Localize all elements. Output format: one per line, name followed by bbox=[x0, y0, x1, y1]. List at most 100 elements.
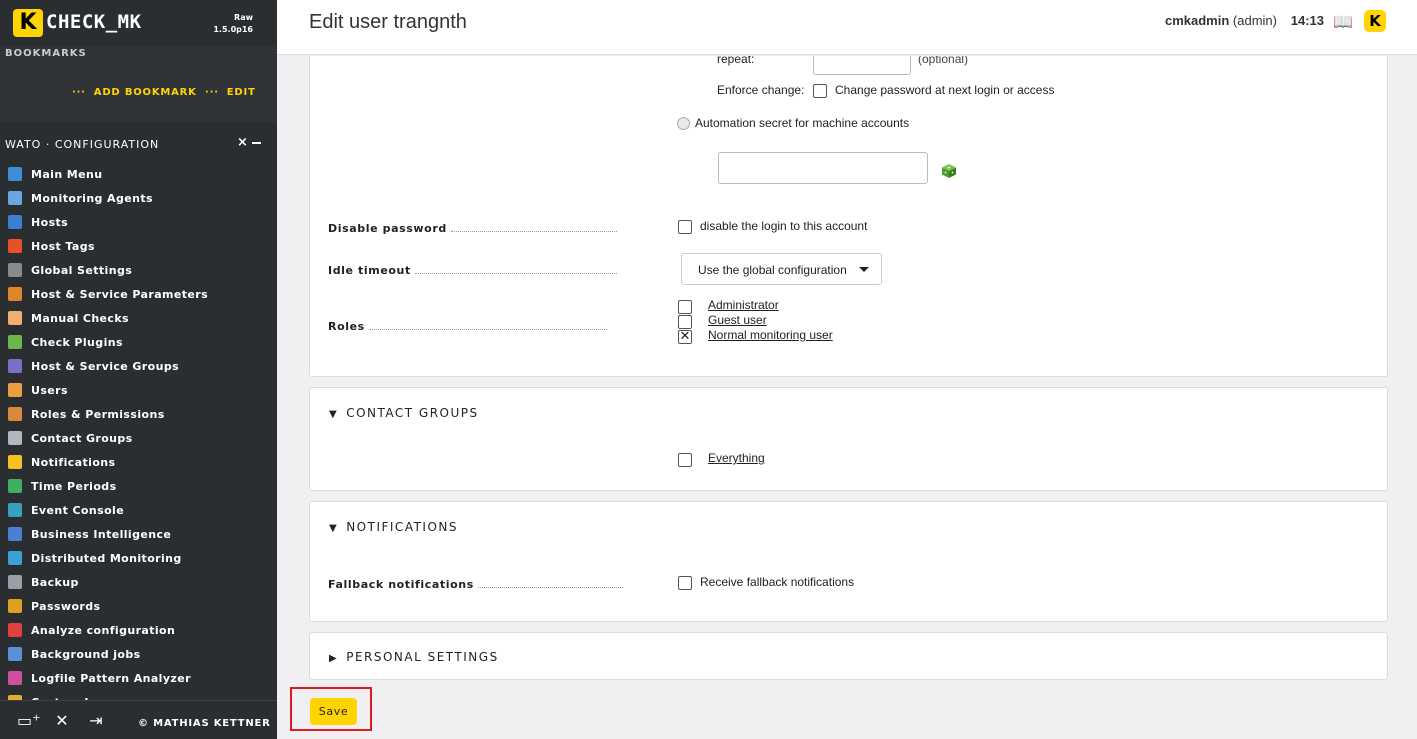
sidebar-item-label: Global Settings bbox=[31, 263, 133, 277]
sidebar-item[interactable]: Distributed Monitoring bbox=[0, 546, 277, 570]
edit-label: EDIT bbox=[226, 87, 256, 98]
event-console-icon bbox=[8, 503, 22, 517]
disable-login-checkbox[interactable] bbox=[678, 220, 692, 234]
idle-timeout-text: Idle timeout bbox=[328, 264, 411, 277]
role-checkbox[interactable] bbox=[678, 315, 692, 329]
dotted-leader bbox=[368, 322, 607, 330]
fallback-notifications-checkbox[interactable] bbox=[678, 576, 692, 590]
contact-group-checkbox[interactable] bbox=[678, 453, 692, 467]
checkmk-small-logo-icon[interactable]: K bbox=[1364, 10, 1386, 32]
disable-password-text: Disable password bbox=[328, 222, 447, 235]
role-link[interactable]: Normal monitoring user bbox=[708, 328, 833, 342]
personal-settings-header[interactable]: ▶ PERSONAL SETTINGS bbox=[329, 650, 499, 664]
sidebar-item[interactable]: Time Periods bbox=[0, 474, 277, 498]
sidebar-item[interactable]: Roles & Permissions bbox=[0, 402, 277, 426]
optional-label: (optional) bbox=[918, 56, 969, 66]
notifications-header[interactable]: ▼ NOTIFICATIONS bbox=[329, 520, 458, 534]
dotted-leader bbox=[450, 224, 617, 232]
sidebar-item-label: Main Menu bbox=[31, 167, 103, 181]
flask-icon bbox=[8, 671, 22, 685]
sidebar-item[interactable]: Notifications bbox=[0, 450, 277, 474]
role-checkbox[interactable] bbox=[678, 300, 692, 314]
collapse-arrow-icon: ▼ bbox=[329, 409, 339, 420]
contact-groups-panel: ▼ CONTACT GROUPS Everything bbox=[309, 387, 1388, 491]
sidebar-item-label: Business Intelligence bbox=[31, 527, 172, 541]
close-snapin-icon[interactable]: × bbox=[237, 135, 248, 150]
add-snapin-icon[interactable]: ▭⁺ bbox=[17, 711, 41, 731]
wato-snapin-header: WATO · CONFIGURATION × bbox=[0, 126, 277, 158]
bi-icon bbox=[8, 527, 22, 541]
book-icon[interactable]: 📖 bbox=[1333, 12, 1353, 31]
sidebar-item[interactable]: Monitoring Agents bbox=[0, 186, 277, 210]
sidebar-item[interactable]: Logfile Pattern Analyzer bbox=[0, 666, 277, 690]
contact-groups-header[interactable]: ▼ CONTACT GROUPS bbox=[329, 406, 479, 420]
users-icon bbox=[8, 383, 22, 397]
contact-groups-title: CONTACT GROUPS bbox=[346, 406, 479, 420]
sidebar-item[interactable]: Contact Groups bbox=[0, 426, 277, 450]
sidebar-item-label: Host Tags bbox=[31, 239, 95, 253]
sidebar-item[interactable]: Host & Service Groups bbox=[0, 354, 277, 378]
enforce-change-checkbox[interactable] bbox=[813, 84, 827, 98]
sidebar-item[interactable]: Backup bbox=[0, 570, 277, 594]
logout-icon[interactable]: ⇥ bbox=[85, 711, 107, 731]
sidebar-item[interactable]: Hosts bbox=[0, 210, 277, 234]
contact-group-everything-link[interactable]: Everything bbox=[708, 451, 765, 465]
sidebar-item[interactable]: Check Plugins bbox=[0, 330, 277, 354]
password-repeat-input[interactable] bbox=[813, 56, 911, 75]
checkmk-logo-icon[interactable]: K bbox=[13, 9, 43, 37]
sidebar: K CHECK_MK Raw 1.5.0p16 BOOKMARKS ··· ADD… bbox=[0, 0, 277, 739]
add-bookmark-label: ADD BOOKMARK bbox=[93, 87, 197, 98]
sidebar-item[interactable]: Passwords bbox=[0, 594, 277, 618]
role-link[interactable]: Guest user bbox=[708, 313, 767, 327]
sidebar-item[interactable]: Background jobs bbox=[0, 642, 277, 666]
plugin-icon bbox=[8, 335, 22, 349]
idle-timeout-label: Idle timeout bbox=[328, 264, 617, 277]
agent-icon bbox=[8, 191, 22, 205]
sidebar-item[interactable]: Main Menu bbox=[0, 162, 277, 186]
globe-icon bbox=[8, 551, 22, 565]
idle-timeout-select[interactable]: Use the global configuration bbox=[681, 253, 882, 285]
clock-icon bbox=[8, 479, 22, 493]
tools-icon[interactable]: ✕ bbox=[51, 711, 73, 731]
sidebar-item[interactable]: Custom Icons bbox=[0, 690, 277, 700]
link-dots: ··· bbox=[72, 87, 86, 98]
sidebar-item-label: Manual Checks bbox=[31, 311, 130, 325]
sidebar-item[interactable]: Business Intelligence bbox=[0, 522, 277, 546]
roles-text: Roles bbox=[328, 320, 365, 333]
version-label: 1.5.0p16 bbox=[213, 25, 253, 34]
sidebar-item[interactable]: Host & Service Parameters bbox=[0, 282, 277, 306]
edit-bookmarks-link[interactable]: ··· EDIT bbox=[205, 87, 256, 98]
clock: 14:13 bbox=[1290, 13, 1324, 28]
save-highlight: Save bbox=[290, 687, 372, 731]
sidebar-item[interactable]: Event Console bbox=[0, 498, 277, 522]
repeat-label: repeat: bbox=[717, 56, 755, 66]
sidebar-item[interactable]: Manual Checks bbox=[0, 306, 277, 330]
automation-secret-input[interactable] bbox=[718, 152, 928, 184]
sidebar-item[interactable]: Analyze configuration bbox=[0, 618, 277, 642]
dotted-leader bbox=[414, 266, 617, 274]
add-bookmark-link[interactable]: ··· ADD BOOKMARK bbox=[72, 87, 197, 98]
sidebar-header: K CHECK_MK Raw 1.5.0p16 bbox=[0, 0, 277, 46]
enforce-change-text: Change password at next login or access bbox=[835, 83, 1055, 97]
random-secret-dice-icon[interactable] bbox=[941, 163, 957, 179]
automation-secret-radio[interactable] bbox=[677, 117, 690, 130]
sidebar-item[interactable]: Global Settings bbox=[0, 258, 277, 282]
version-info: Raw 1.5.0p16 bbox=[213, 12, 253, 36]
logo-text[interactable]: CHECK_MK bbox=[46, 11, 142, 33]
sidebar-item-label: Host & Service Groups bbox=[31, 359, 180, 373]
sidebar-item[interactable]: Host Tags bbox=[0, 234, 277, 258]
contact-groups-icon bbox=[8, 431, 22, 445]
page-title: Edit user trangnth bbox=[309, 11, 467, 33]
disable-login-text: disable the login to this account bbox=[700, 219, 868, 233]
role-checkbox[interactable]: ✕ bbox=[678, 330, 692, 344]
analyze-icon bbox=[8, 623, 22, 637]
save-button[interactable]: Save bbox=[310, 698, 357, 725]
edition-label: Raw bbox=[234, 13, 253, 22]
role-link[interactable]: Administrator bbox=[708, 298, 779, 312]
bookmarks-snapin: BOOKMARKS ··· ADD BOOKMARK ··· EDIT bbox=[0, 46, 277, 122]
minimize-snapin-icon[interactable] bbox=[252, 142, 261, 144]
user-role: (admin) bbox=[1232, 13, 1277, 28]
sidebar-item[interactable]: Users bbox=[0, 378, 277, 402]
user-info[interactable]: cmkadmin (admin) bbox=[1165, 13, 1277, 28]
bell-icon bbox=[8, 455, 22, 469]
